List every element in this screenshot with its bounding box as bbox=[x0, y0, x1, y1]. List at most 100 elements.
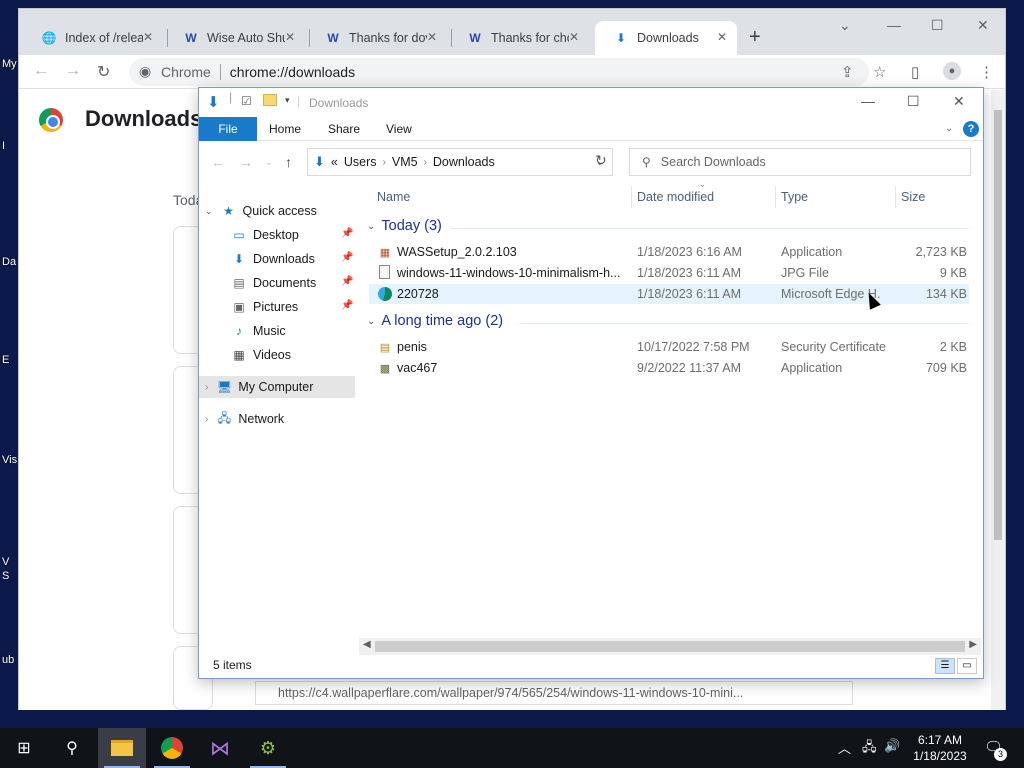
forward-icon[interactable]: → bbox=[65, 62, 81, 80]
nav-quick-access[interactable]: ⌄ ★ Quick access bbox=[205, 200, 355, 222]
tab-wise-auto-shutdown[interactable]: W Wise Auto Shu ✕ bbox=[165, 21, 305, 55]
ribbon-expand-chevron-icon[interactable]: ⌄ bbox=[945, 117, 953, 141]
nav-item-documents[interactable]: ▤ Documents 📌 bbox=[231, 272, 355, 294]
explorer-path-bar[interactable]: ⬇ « Users › VM5 › Downloads ⌄ bbox=[307, 148, 613, 176]
tab-thanks-for-choosing[interactable]: W Thanks for cho ✕ bbox=[449, 21, 589, 55]
column-header-type[interactable]: Type bbox=[781, 184, 808, 210]
taskbar-visual-studio[interactable]: ⋈ bbox=[196, 728, 244, 768]
recent-dropdown-icon[interactable]: ⌄ bbox=[265, 157, 273, 168]
volume-icon[interactable]: 🔊 bbox=[884, 738, 900, 754]
pin-icon[interactable]: 📌 bbox=[341, 228, 353, 239]
reload-icon[interactable]: ↻ bbox=[97, 62, 110, 82]
path-overflow[interactable]: « bbox=[331, 155, 338, 169]
search-input[interactable]: ⚲ Search Downloads bbox=[629, 148, 971, 176]
search-button[interactable]: ⚲ bbox=[48, 728, 96, 768]
tab-index-of-releases[interactable]: 🌐 Index of /relea ✕ bbox=[23, 21, 163, 55]
path-segment-vm5[interactable]: VM5 bbox=[392, 155, 418, 169]
close-window-icon[interactable]: ✕ bbox=[953, 93, 965, 110]
new-folder-icon[interactable] bbox=[263, 94, 277, 106]
menu-kebab-icon[interactable]: ⋮ bbox=[979, 63, 994, 81]
file-row[interactable]: ▤ penis 10/17/2022 7:58 PM Security Cert… bbox=[369, 337, 969, 357]
scroll-right-icon[interactable]: ▶ bbox=[969, 639, 977, 650]
close-icon[interactable]: ✕ bbox=[143, 30, 153, 44]
properties-check-icon[interactable]: ☑ bbox=[241, 94, 252, 108]
ribbon-tab-home[interactable]: Home bbox=[269, 117, 301, 141]
column-divider[interactable] bbox=[895, 186, 896, 208]
column-header-size[interactable]: Size bbox=[901, 184, 925, 210]
nav-item-videos[interactable]: ▦ Videos bbox=[231, 344, 355, 366]
ribbon-tab-share[interactable]: Share bbox=[328, 117, 360, 141]
large-icons-view-icon[interactable]: ▭ bbox=[957, 658, 977, 674]
bookmark-star-icon[interactable]: ☆ bbox=[873, 63, 886, 81]
path-segment-users[interactable]: Users bbox=[344, 155, 377, 169]
column-divider[interactable] bbox=[631, 186, 632, 208]
maximize-icon[interactable]: ☐ bbox=[907, 93, 920, 110]
path-segment-downloads[interactable]: Downloads bbox=[433, 155, 495, 169]
forward-icon[interactable]: → bbox=[239, 154, 253, 170]
close-window-icon[interactable]: ✕ bbox=[977, 17, 989, 34]
desktop-icon-label[interactable]: Vis bbox=[2, 454, 17, 466]
desktop-icon-label[interactable]: My bbox=[2, 58, 17, 70]
taskbar-file-explorer[interactable] bbox=[98, 728, 146, 768]
up-icon[interactable]: ↑ bbox=[285, 154, 292, 170]
taskbar-chrome[interactable] bbox=[148, 728, 196, 768]
nav-item-desktop[interactable]: ▭ Desktop 📌 bbox=[231, 224, 355, 246]
minimize-icon[interactable]: — bbox=[887, 17, 901, 33]
close-icon[interactable]: ✕ bbox=[427, 30, 437, 44]
scroll-left-icon[interactable]: ◀ bbox=[363, 639, 371, 650]
profile-avatar-icon[interactable]: ● bbox=[943, 62, 961, 80]
taskbar-clock[interactable]: 6:17 AM 1/18/2023 bbox=[906, 732, 974, 764]
side-panel-icon[interactable]: ▯ bbox=[911, 63, 919, 81]
column-divider[interactable] bbox=[775, 186, 776, 208]
desktop-icon-label[interactable]: V bbox=[2, 556, 9, 568]
network-icon[interactable]: 🖧 bbox=[862, 738, 877, 760]
pin-icon[interactable]: 📌 bbox=[341, 252, 353, 263]
group-header-long-ago[interactable]: ⌄ A long time ago (2) bbox=[367, 313, 503, 329]
file-row[interactable]: ▦ WASSetup_2.0.2.103 1/18/2023 6:16 AM A… bbox=[369, 242, 969, 262]
refresh-icon[interactable]: ↻ bbox=[595, 152, 607, 169]
group-header-today[interactable]: ⌄ Today (3) bbox=[367, 218, 442, 234]
quick-access-dropdown-icon[interactable]: ▾ bbox=[285, 95, 290, 106]
chevron-right-icon[interactable]: › bbox=[205, 414, 208, 425]
desktop-icon-label[interactable]: Da bbox=[2, 256, 16, 268]
back-icon[interactable]: ← bbox=[33, 62, 49, 80]
address-bar[interactable]: ◉ Chrome chrome://downloads bbox=[129, 58, 869, 86]
scrollbar-thumb[interactable] bbox=[375, 641, 965, 652]
maximize-icon[interactable]: ☐ bbox=[931, 17, 944, 34]
close-icon[interactable]: ✕ bbox=[569, 30, 579, 44]
nav-my-computer[interactable]: › 🖥 My Computer bbox=[199, 376, 355, 398]
details-view-icon[interactable]: ☰ bbox=[935, 658, 955, 674]
new-tab-button[interactable]: + bbox=[749, 26, 761, 49]
back-icon[interactable]: ← bbox=[211, 154, 225, 170]
help-icon[interactable]: ? bbox=[963, 121, 979, 137]
column-header-name[interactable]: Name bbox=[377, 184, 410, 210]
minimize-icon[interactable]: — bbox=[861, 93, 875, 109]
start-button[interactable]: ⊞ bbox=[0, 728, 48, 768]
taskbar-wise-installer[interactable]: ⚙ bbox=[244, 728, 292, 768]
horizontal-scrollbar[interactable]: ◀ ▶ bbox=[359, 638, 981, 655]
page-scrollbar[interactable] bbox=[991, 90, 1005, 710]
file-row[interactable]: ▩ vac467 9/2/2022 11:37 AM Application 7… bbox=[369, 358, 969, 378]
desktop-icon-label[interactable]: E bbox=[2, 354, 9, 366]
desktop-icon-label[interactable]: ub bbox=[2, 654, 14, 666]
chevron-down-icon[interactable]: ⌄ bbox=[205, 206, 213, 217]
nav-network[interactable]: › 🖧 Network bbox=[205, 408, 355, 430]
ribbon-tab-file[interactable]: File bbox=[199, 117, 257, 141]
pin-icon[interactable]: 📌 bbox=[341, 300, 353, 311]
tab-search-icon[interactable]: ⌄ bbox=[839, 17, 851, 34]
desktop-icon-label[interactable]: S bbox=[2, 570, 9, 582]
tab-thanks-for-downloading[interactable]: W Thanks for dov ✕ bbox=[307, 21, 447, 55]
tab-downloads[interactable]: ⬇ Downloads ✕ bbox=[595, 21, 737, 55]
show-hidden-icons-icon[interactable]: ︿ bbox=[838, 738, 851, 757]
share-icon[interactable]: ⇪ bbox=[841, 63, 854, 81]
ribbon-tab-view[interactable]: View bbox=[386, 117, 412, 141]
desktop-icon-label[interactable]: I bbox=[2, 140, 5, 152]
close-icon[interactable]: ✕ bbox=[285, 30, 295, 44]
scrollbar-thumb[interactable] bbox=[994, 110, 1002, 540]
nav-item-pictures[interactable]: ▣ Pictures 📌 bbox=[231, 296, 355, 318]
file-row[interactable]: windows-11-windows-10-minimalism-h... 1/… bbox=[369, 263, 969, 283]
nav-item-downloads[interactable]: ⬇ Downloads 📌 bbox=[231, 248, 355, 270]
pin-icon[interactable]: 📌 bbox=[341, 276, 353, 287]
chevron-right-icon[interactable]: › bbox=[205, 382, 208, 393]
close-icon[interactable]: ✕ bbox=[717, 30, 727, 44]
